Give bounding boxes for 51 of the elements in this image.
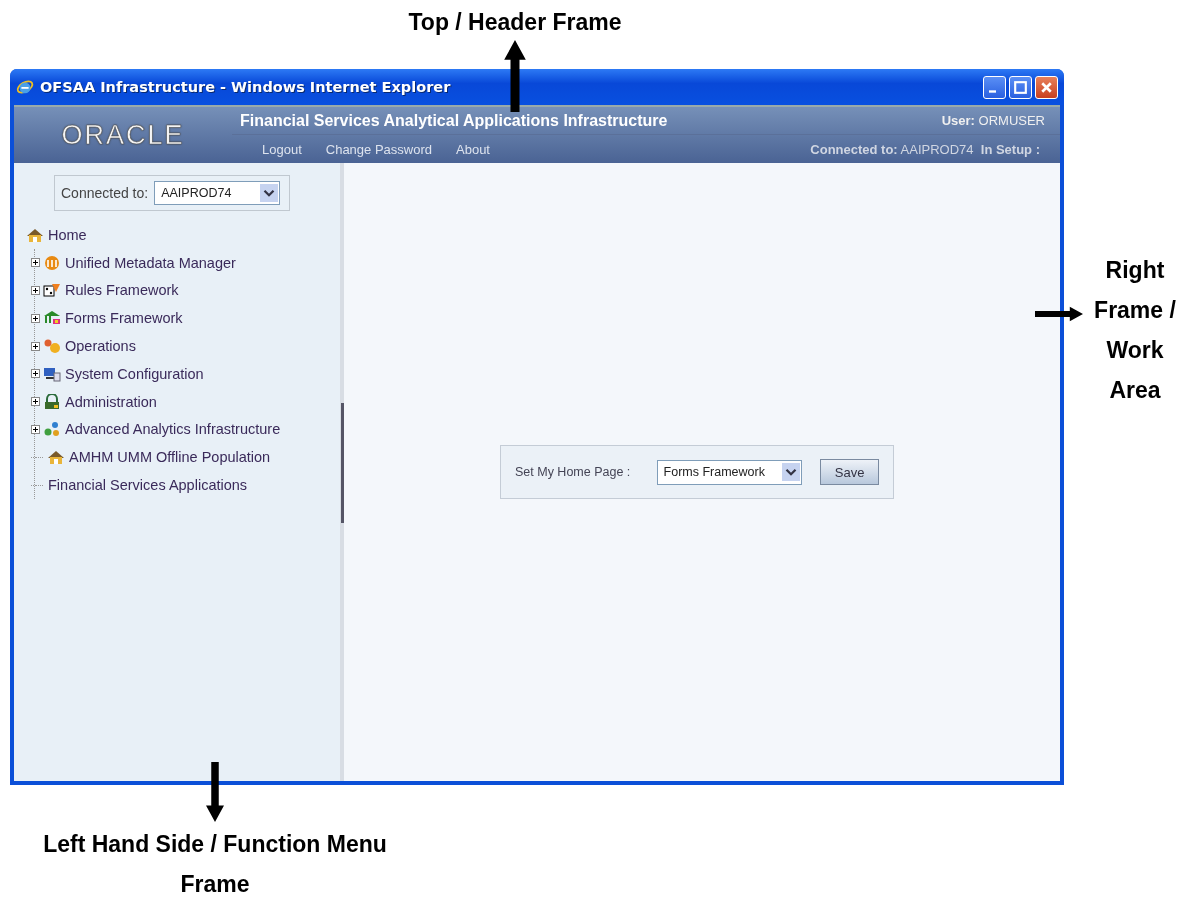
tree-item[interactable]: Unified Metadata Manager (65, 254, 236, 271)
annotation-label: Top / Header Frame (408, 8, 622, 37)
house-icon (26, 226, 44, 243)
house-icon (47, 449, 65, 466)
maximize-button[interactable] (1009, 75, 1032, 99)
tree-item[interactable]: System Configuration (65, 365, 204, 382)
tree-item[interactable]: Administration (65, 393, 157, 410)
annotation-label: Left Hand Side / Function Menu Frame (42, 830, 388, 899)
home-page-dropdown[interactable]: Forms Framework (656, 459, 803, 485)
connected-label: Connected to: (61, 185, 149, 201)
tree-item[interactable]: Financial Services Applications (48, 477, 248, 494)
dropdown-icon (260, 184, 279, 202)
logo: ORACLE (61, 119, 185, 151)
expand-icon[interactable] (31, 313, 40, 323)
tree-item[interactable]: Forms Framework (65, 310, 183, 327)
network-icon (43, 421, 61, 438)
expand-icon[interactable] (31, 369, 40, 379)
tree-item[interactable]: Operations (65, 338, 136, 355)
dropdown-icon (782, 463, 801, 481)
expand-icon[interactable] (31, 258, 40, 268)
bank-icon (43, 310, 61, 327)
user-info: User: ORMUSER (941, 113, 1045, 128)
tree-item[interactable]: Advanced Analytics Infrastructure (65, 421, 281, 438)
connection-dropdown[interactable]: AAIPROD74 (154, 181, 281, 205)
expand-icon[interactable] (31, 424, 40, 434)
save-button[interactable]: Save (820, 459, 879, 485)
app-title: Financial Services Analytical Applications Infrastructure (240, 111, 668, 130)
arrow-icon (1035, 306, 1083, 322)
lock-icon (43, 393, 61, 410)
window-title: OFSAA Infrastructure - Windows Internet Explorer (40, 79, 451, 95)
tree-item[interactable]: Home (48, 226, 87, 243)
computer-icon (43, 365, 61, 382)
expand-icon[interactable] (31, 286, 40, 295)
connection-info: Connected to: AAIPROD74 In Setup : (810, 141, 1040, 157)
header-link[interactable]: About (456, 141, 490, 157)
header-link[interactable]: Change Password (325, 141, 432, 157)
dice-icon (43, 282, 61, 299)
expand-icon[interactable] (31, 341, 40, 351)
minimize-button[interactable] (983, 75, 1006, 99)
annotation-label: Right Frame / Work Area (1093, 256, 1177, 405)
coin-icon (43, 254, 61, 271)
header-link[interactable]: Logout (262, 141, 302, 157)
expand-icon[interactable] (31, 397, 40, 407)
maximize-icon (1012, 78, 1029, 96)
close-button[interactable] (1035, 75, 1058, 99)
arrow-icon (503, 40, 527, 112)
tree-item[interactable]: AMHM UMM Offline Population (69, 449, 271, 466)
minimize-icon (989, 89, 996, 93)
browser-logo-icon (16, 78, 34, 96)
home-page-label: Set My Home Page : (515, 465, 632, 479)
tree-item[interactable]: Rules Framework (65, 282, 179, 299)
